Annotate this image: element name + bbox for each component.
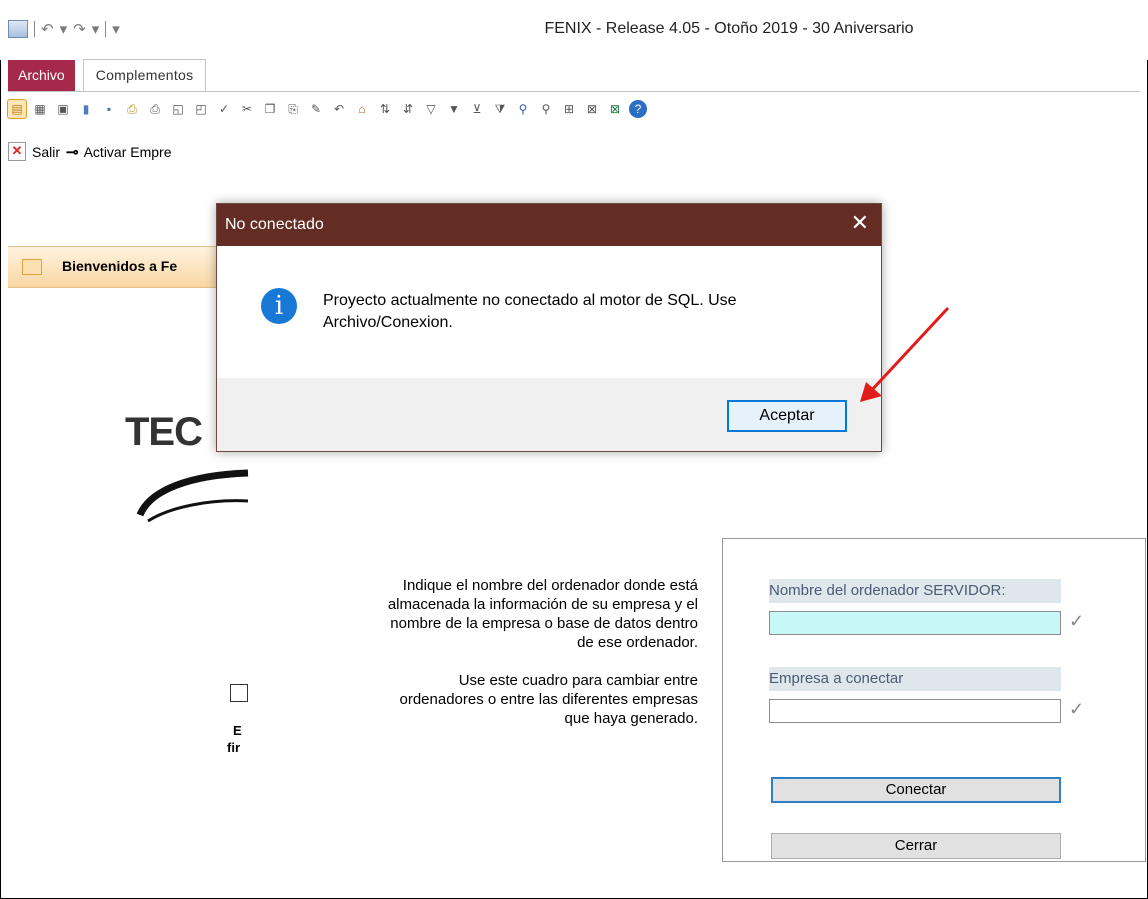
server-input[interactable] [769, 611, 1061, 635]
dialog-close-icon[interactable]: ✕ [851, 212, 869, 234]
pivot-chart-icon[interactable]: ▮ [77, 100, 95, 118]
exit-icon[interactable]: ✕ [8, 142, 26, 161]
home-icon[interactable]: ⌂ [353, 100, 371, 118]
excel-export-icon[interactable]: ⊠ [606, 100, 624, 118]
tab-archivo[interactable]: Archivo [8, 60, 75, 92]
dialog-message: Proyecto actualmente no conectado al mot… [323, 292, 737, 331]
company-logo-text: TEC [125, 410, 203, 454]
tab-complementos[interactable]: Complementos [82, 59, 207, 92]
company-logo-swoosh [136, 469, 249, 523]
form-view-icon[interactable]: ▤ [7, 99, 27, 119]
report-icon[interactable]: ◰ [192, 100, 210, 118]
info-icon: i [261, 288, 297, 324]
sort-asc-icon[interactable]: ⇅ [376, 100, 394, 118]
find-next-icon[interactable]: ⚲ [537, 100, 555, 118]
page-setup-icon[interactable]: ◱ [169, 100, 187, 118]
new-record-icon[interactable]: ⊞ [560, 100, 578, 118]
save-icon[interactable]: ▪ [100, 100, 118, 118]
filter-icon[interactable]: ▽ [422, 100, 440, 118]
toggle-filter-icon[interactable]: ⧩ [491, 100, 509, 118]
find-icon[interactable]: ⚲ [514, 100, 532, 118]
checkbox-label-line1: E [233, 723, 242, 738]
print-icon[interactable]: ⎙ [146, 100, 164, 118]
aceptar-button[interactable]: Aceptar [727, 400, 847, 432]
print-preview-icon[interactable]: ⎙ [123, 100, 141, 118]
copy-icon[interactable]: ❐ [261, 100, 279, 118]
help-paragraph-1: Indique el nombre del ordenador donde es… [387, 577, 698, 651]
datasheet-view-icon[interactable]: ▦ [31, 100, 49, 118]
tab-bienvenidos-label: Bienvenidos a Fe [62, 258, 178, 274]
salir-button[interactable]: Salir [32, 144, 60, 160]
undo-toolbar-icon[interactable]: ↶ [330, 100, 348, 118]
ribbon-divider [8, 91, 1140, 92]
sort-desc-icon[interactable]: ⇵ [399, 100, 417, 118]
connection-panel: Nombre del ordenador SERVIDOR: ✓ Empresa… [722, 538, 1146, 862]
option-checkbox[interactable] [230, 684, 248, 702]
help-paragraph-2: Use este cuadro para cambiar entre orden… [399, 672, 698, 727]
form-icon [22, 259, 42, 275]
server-check-icon: ✓ [1069, 611, 1085, 631]
dialog-title: No conectado [225, 216, 324, 233]
spelling-icon[interactable]: ✓ [215, 100, 233, 118]
pivot-table-icon[interactable]: ▣ [54, 100, 72, 118]
company-label: Empresa a conectar [769, 667, 1061, 691]
help-icon[interactable]: ? [629, 100, 647, 118]
window-title: FENIX - Release 4.05 - Otoño 2019 - 30 A… [544, 20, 914, 37]
secondary-toolbar: ✕ Salir ⊸ Activar Empre [8, 142, 172, 161]
delete-record-icon[interactable]: ⊠ [583, 100, 601, 118]
not-connected-dialog: No conectado ✕ i Proyecto actualmente no… [216, 203, 882, 452]
ribbon-toolbar: ▤ ▦ ▣ ▮ ▪ ⎙ ⎙ ◱ ◰ ✓ ✂ ❐ ⎘ ✎ ↶ ⌂ ⇅ ⇵ ▽ ▼ … [7, 99, 647, 119]
format-painter-icon[interactable]: ✎ [307, 100, 325, 118]
help-text: Indique el nombre del ordenador donde es… [380, 576, 698, 747]
checkbox-label-line2: fir [227, 740, 240, 755]
server-label: Nombre del ordenador SERVIDOR: [769, 579, 1061, 603]
company-input[interactable] [769, 699, 1061, 723]
dialog-title-bar: No conectado ✕ [217, 204, 881, 246]
close-button[interactable]: Cerrar [771, 833, 1061, 859]
ribbon-tabs: Archivo Complementos [8, 56, 207, 92]
connect-button[interactable]: Conectar [771, 777, 1061, 803]
annotation-arrow-icon [860, 306, 950, 402]
activar-empresa-button[interactable]: Activar Empre [84, 144, 172, 160]
filter-excluding-icon[interactable]: ⊻ [468, 100, 486, 118]
title-bar: ↶ ▾ ↷ ▾ ▾ FENIX - Release 4.05 - Otoño 2… [0, 0, 1148, 60]
paste-icon[interactable]: ⎘ [284, 100, 302, 118]
tab-bienvenidos[interactable]: Bienvenidos a Fe [8, 246, 250, 288]
key-icon: ⊸ [66, 143, 79, 161]
filter-selection-icon[interactable]: ▼ [445, 100, 463, 118]
company-check-icon: ✓ [1069, 699, 1085, 719]
dialog-footer: Aceptar [217, 378, 881, 451]
cut-icon[interactable]: ✂ [238, 100, 256, 118]
